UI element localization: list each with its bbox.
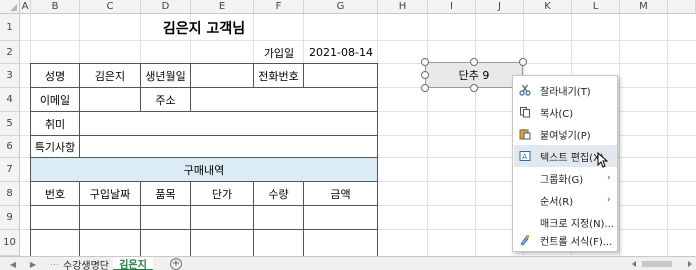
table-header-purchase-date[interactable]: 구입날짜 <box>79 181 141 206</box>
table-cell[interactable] <box>79 205 141 230</box>
table-cell[interactable] <box>190 229 254 256</box>
row-header-3[interactable]: 3 <box>0 64 20 88</box>
email-label[interactable]: 이메일 <box>30 87 80 112</box>
add-sheet-button[interactable]: + <box>170 258 182 270</box>
table-cell[interactable] <box>253 205 304 230</box>
format-control-icon <box>514 234 536 246</box>
horizontal-scrollbar[interactable] <box>628 259 696 269</box>
column-header-c[interactable]: C <box>80 0 141 14</box>
edit-text-icon: A <box>514 150 536 162</box>
chevron-right-icon: › <box>607 195 611 205</box>
menu-item-format-control[interactable]: 컨트롤 서식(F)... <box>514 229 617 251</box>
column-header-m[interactable]: M <box>620 0 668 14</box>
row-header-1[interactable]: 1 <box>0 14 20 41</box>
table-cell[interactable] <box>30 205 80 230</box>
birthday-label[interactable]: 생년월일 <box>140 63 191 88</box>
menu-item-copy[interactable]: 복사(C) <box>514 101 617 123</box>
address-label[interactable]: 주소 <box>140 87 191 112</box>
purchase-history-header[interactable]: 구매내역 <box>30 157 378 182</box>
resize-handle[interactable] <box>470 84 478 92</box>
chevron-left-icon[interactable]: ◀ <box>6 258 20 270</box>
column-header-e[interactable]: E <box>191 0 254 14</box>
phone-label[interactable]: 전화번호 <box>253 63 304 88</box>
table-cell[interactable] <box>253 229 304 256</box>
column-header-f[interactable]: F <box>254 0 304 14</box>
resize-handle[interactable] <box>421 84 429 92</box>
scissors-icon <box>514 84 536 96</box>
menu-item-paste[interactable]: 붙여넣기(P) <box>514 123 617 145</box>
row-header-7[interactable]: 7 <box>0 158 20 182</box>
sheet-tab-bar: ◀ ▶ … 수강생명단 김은지 + <box>0 256 696 270</box>
paste-icon <box>514 128 536 140</box>
birthday-value[interactable] <box>190 63 254 88</box>
column-header-b[interactable]: B <box>31 0 80 14</box>
resize-handle[interactable] <box>519 58 527 66</box>
column-header-j[interactable]: J <box>476 0 524 14</box>
table-cell[interactable] <box>303 205 378 230</box>
address-value[interactable] <box>190 87 378 112</box>
row-header-2[interactable]: 2 <box>0 41 20 64</box>
tab-ellipsis[interactable]: … <box>50 258 59 268</box>
table-cell[interactable] <box>140 229 191 256</box>
row-header-10[interactable]: 10 <box>0 230 20 256</box>
table-cell[interactable] <box>190 205 254 230</box>
mouse-pointer-icon <box>597 152 609 168</box>
column-header-l[interactable]: L <box>572 0 620 14</box>
column-header-k[interactable]: K <box>524 0 572 14</box>
menu-item-group[interactable]: 그룹화(G) › <box>514 167 617 189</box>
column-header-i[interactable]: I <box>428 0 476 14</box>
column-header-h[interactable]: H <box>378 0 428 14</box>
table-header-quantity[interactable]: 수량 <box>253 181 304 206</box>
tab-student-list[interactable]: 수강생명단 <box>60 257 112 270</box>
select-all-corner[interactable] <box>0 0 20 14</box>
table-header-item[interactable]: 품목 <box>140 181 191 206</box>
table-cell[interactable] <box>79 229 141 256</box>
chevron-right-icon: › <box>607 173 611 183</box>
notes-value[interactable] <box>79 135 378 158</box>
hobby-value[interactable] <box>79 111 378 136</box>
customer-title[interactable]: 김은지 고객님 <box>31 15 377 40</box>
column-header-n[interactable] <box>668 0 696 14</box>
table-cell[interactable] <box>30 229 80 256</box>
row-header-4[interactable]: 4 <box>0 88 20 112</box>
notes-label[interactable]: 특기사항 <box>30 135 80 158</box>
table-header-amount[interactable]: 금액 <box>303 181 378 206</box>
form-button-label: 단추 9 <box>458 69 490 82</box>
resize-handle[interactable] <box>470 58 478 66</box>
column-header-d[interactable]: D <box>141 0 191 14</box>
table-cell[interactable] <box>303 229 378 256</box>
resize-handle[interactable] <box>421 71 429 79</box>
column-header-g[interactable]: G <box>304 0 378 14</box>
column-header-a[interactable]: A <box>20 0 31 14</box>
spreadsheet-grid[interactable]: A B C D E F G H I J K L M 1 2 3 4 5 6 7 … <box>0 0 696 256</box>
row-header-8[interactable]: 8 <box>0 182 20 206</box>
row-header-5[interactable]: 5 <box>0 112 20 136</box>
name-label[interactable]: 성명 <box>30 63 80 88</box>
join-date-value[interactable]: 2021-08-14 <box>305 42 377 63</box>
menu-item-cut[interactable]: 잘라내기(T) <box>514 79 617 101</box>
copy-icon <box>514 106 536 118</box>
join-date-label[interactable]: 가입일 <box>255 42 303 63</box>
chevron-right-icon[interactable]: ▶ <box>26 258 40 270</box>
row-header-9[interactable]: 9 <box>0 206 20 230</box>
menu-item-order[interactable]: 순서(R) › <box>514 189 617 211</box>
name-value[interactable]: 김은지 <box>79 63 141 88</box>
phone-value[interactable] <box>303 63 378 88</box>
resize-handle[interactable] <box>421 58 429 66</box>
hobby-label[interactable]: 취미 <box>30 111 80 136</box>
table-header-number[interactable]: 번호 <box>30 181 80 206</box>
tab-kim-eunji[interactable]: 김은지 <box>113 257 153 270</box>
svg-text:A: A <box>522 153 527 161</box>
table-header-unit-price[interactable]: 단가 <box>190 181 254 206</box>
row-header-6[interactable]: 6 <box>0 136 20 158</box>
table-cell[interactable] <box>140 205 191 230</box>
email-value[interactable] <box>79 87 141 112</box>
